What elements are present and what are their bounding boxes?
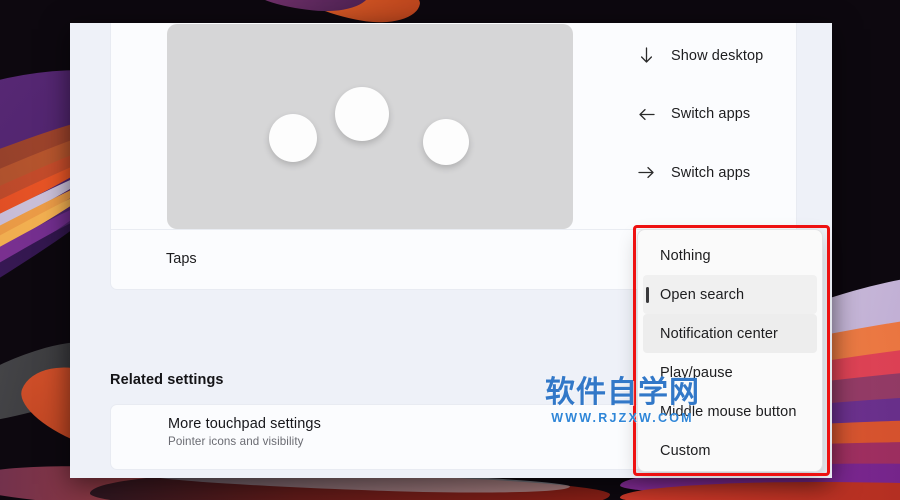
gesture-card-body: Multitasking view Show desktop [111,23,796,229]
selection-accent-bar [646,286,649,303]
gesture-label: Show desktop [671,47,764,64]
screenshot-root: Multitasking view Show desktop [0,0,900,500]
arrow-down-icon [638,46,655,66]
dropdown-option-label: Custom [660,442,711,459]
dropdown-option-label: Open search [660,286,745,303]
touchpad-finger-dot [335,87,389,141]
gesture-label: Switch apps [671,106,751,123]
gesture-options-column: Multitasking view Show desktop [621,23,796,229]
three-finger-touchpad-illustration [167,24,573,229]
touchpad-finger-dot [269,114,317,162]
dropdown-option-nothing[interactable]: Nothing [643,236,817,275]
dropdown-option-middle-mouse-button[interactable]: Middle mouse button [643,392,817,431]
gesture-row-switch-apps-left[interactable]: Switch apps [638,85,796,144]
touchpad-finger-dot [423,119,469,165]
gesture-label: Switch apps [671,164,751,181]
dropdown-option-play-pause[interactable]: Play/pause [643,353,817,392]
dropdown-option-label: Notification center [660,325,778,342]
arrow-left-icon [638,104,655,124]
dropdown-option-notification-center[interactable]: Notification center [643,314,817,353]
dropdown-option-label: Nothing [660,247,711,264]
taps-action-dropdown-menu[interactable]: Nothing Open search Notification center … [637,229,823,472]
gesture-row-switch-apps-right[interactable]: Switch apps [638,144,796,203]
dropdown-option-custom[interactable]: Custom [643,431,817,470]
gesture-row-show-desktop[interactable]: Show desktop [638,27,796,86]
dropdown-option-label: Middle mouse button [660,403,797,420]
taps-label: Taps [166,251,197,267]
dropdown-option-label: Play/pause [660,364,733,381]
arrow-right-icon [638,163,655,183]
related-settings-heading: Related settings [110,372,224,388]
dropdown-option-open-search[interactable]: Open search [643,275,817,314]
touchpad-illustration-column [111,23,621,229]
